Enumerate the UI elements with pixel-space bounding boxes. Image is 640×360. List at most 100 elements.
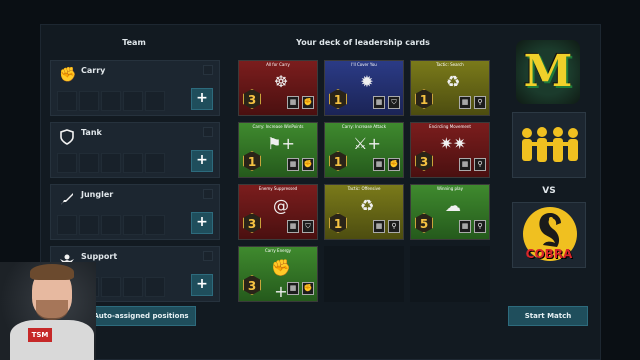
opponent-name: COBRA bbox=[525, 247, 573, 261]
card-title: I'll Cover You bbox=[351, 62, 377, 67]
card-title: Encircling Movement bbox=[429, 124, 471, 129]
card-cost: 5 bbox=[415, 213, 433, 233]
card-tactic-search[interactable]: Tactic: Search ♻ 1 ▦ ⚲ bbox=[410, 60, 490, 116]
player-slot[interactable] bbox=[57, 215, 77, 235]
team-people-icon bbox=[522, 127, 578, 162]
empty-card-slot bbox=[324, 246, 404, 302]
card-cost: 3 bbox=[243, 275, 261, 295]
card-chip-icon: ▦ bbox=[373, 158, 385, 171]
shirt-logo: TSM bbox=[28, 328, 52, 342]
card-carry-increase-winpoints[interactable]: Carry: Increase WinPoints ⚑+ 1 ▦ ✊ bbox=[238, 122, 318, 178]
card-cost: 1 bbox=[329, 213, 347, 233]
spiral-icon: @ bbox=[273, 196, 289, 215]
stars-icon: ✷✷ bbox=[439, 134, 467, 153]
card-chip-icon: ✊ bbox=[302, 158, 314, 171]
fist-plus-icon: ✊+ bbox=[271, 258, 291, 301]
player-slot[interactable] bbox=[123, 215, 143, 235]
player-slot[interactable] bbox=[101, 215, 121, 235]
player-slot[interactable] bbox=[123, 153, 143, 173]
webcam-overlay: TSM bbox=[0, 262, 96, 360]
card-title: All for Carry bbox=[266, 62, 290, 67]
streamer-shirt bbox=[10, 320, 94, 360]
opponent-card[interactable]: COBRA bbox=[512, 202, 586, 268]
role-box-tank: Tank + bbox=[50, 122, 220, 178]
card-cost: 1 bbox=[243, 151, 261, 171]
player-slot[interactable] bbox=[57, 91, 77, 111]
card-winning-play[interactable]: Winning play ☁ 5 ▦ ⚲ bbox=[410, 184, 490, 240]
card-chip-icon: ▦ bbox=[287, 282, 299, 295]
role-label: Jungler bbox=[81, 190, 114, 199]
player-slot[interactable] bbox=[145, 277, 165, 297]
shield-icon bbox=[59, 129, 75, 145]
auto-assign-button[interactable]: Auto-assigned positions bbox=[86, 306, 196, 326]
card-carry-energy[interactable]: Carry Energy ✊+ 3 ▦ ✊ bbox=[238, 246, 318, 302]
card-enemy-suppressed[interactable]: Enemy Suppressed @ 3 ▦ ⛉ bbox=[238, 184, 318, 240]
card-chip-icon: ▦ bbox=[459, 96, 471, 109]
player-slot[interactable] bbox=[101, 277, 121, 297]
role-slots bbox=[57, 215, 165, 235]
card-chip-icon: ⛉ bbox=[302, 220, 314, 233]
role-indicator bbox=[203, 251, 213, 261]
role-label: Support bbox=[81, 252, 118, 261]
card-chip-icon: ▦ bbox=[287, 96, 299, 109]
card-chip-icon: ⚲ bbox=[474, 96, 486, 109]
add-carry-button[interactable]: + bbox=[191, 88, 213, 110]
card-title: Winning play bbox=[437, 186, 463, 191]
streamer-beard bbox=[36, 300, 68, 320]
card-carry-increase-attack[interactable]: Carry: Increase Attack ⚔+ 1 ▦ ✊ bbox=[324, 122, 404, 178]
empty-card-slot bbox=[410, 246, 490, 302]
card-chip-icon: ✊ bbox=[388, 158, 400, 171]
card-chip-icon: ▦ bbox=[287, 158, 299, 171]
recycle-icon: ♻ bbox=[445, 72, 461, 91]
player-slot[interactable] bbox=[57, 153, 77, 173]
role-slots bbox=[57, 91, 165, 111]
player-slot[interactable] bbox=[101, 91, 121, 111]
card-cost: 1 bbox=[329, 89, 347, 109]
card-cost: 3 bbox=[415, 151, 433, 171]
card-tactic-offensive[interactable]: Tactic: Offensive ♻ 1 ▦ ⚲ bbox=[324, 184, 404, 240]
add-jungler-button[interactable]: + bbox=[191, 212, 213, 234]
card-encircling-movement[interactable]: Encircling Movement ✷✷ 3 ▦ ⚲ bbox=[410, 122, 490, 178]
recycle-icon: ♻ bbox=[359, 196, 375, 215]
player-slot[interactable] bbox=[79, 91, 99, 111]
card-chip-icon: ✊ bbox=[302, 96, 314, 109]
card-ill-cover-you[interactable]: I'll Cover You ✹ 1 ▦ ⛉ bbox=[324, 60, 404, 116]
card-chip-icon: ⚲ bbox=[474, 220, 486, 233]
player-slot[interactable] bbox=[145, 215, 165, 235]
card-chip-icon: ✊ bbox=[302, 282, 314, 295]
card-chip-icon: ▦ bbox=[373, 220, 385, 233]
card-title: Carry Energy bbox=[264, 248, 292, 253]
player-slot[interactable] bbox=[123, 277, 143, 297]
role-slots bbox=[57, 153, 165, 173]
explosion-icon: ✹ bbox=[360, 72, 374, 91]
deck-title: Your deck of leadership cards bbox=[296, 38, 430, 47]
card-chip-icon: ⛉ bbox=[388, 96, 400, 109]
team-card[interactable] bbox=[512, 112, 586, 178]
card-chip-icon: ▦ bbox=[459, 220, 471, 233]
card-title: Enemy Suppressed bbox=[258, 186, 298, 191]
role-indicator bbox=[203, 127, 213, 137]
card-chip-icon: ▦ bbox=[373, 96, 385, 109]
role-indicator bbox=[203, 65, 213, 75]
role-label: Tank bbox=[81, 128, 102, 137]
role-indicator bbox=[203, 189, 213, 199]
player-slot[interactable] bbox=[145, 91, 165, 111]
ship-wheel-icon: ☸ bbox=[273, 72, 289, 91]
card-cost: 3 bbox=[243, 89, 261, 109]
team-logo-letter: M bbox=[523, 46, 573, 97]
streamer-hair bbox=[30, 264, 74, 280]
fist-icon: ✊ bbox=[59, 67, 77, 83]
card-all-for-carry[interactable]: All for Carry ☸ 3 ▦ ✊ bbox=[238, 60, 318, 116]
player-slot[interactable] bbox=[79, 215, 99, 235]
add-tank-button[interactable]: + bbox=[191, 150, 213, 172]
add-support-button[interactable]: + bbox=[191, 274, 213, 296]
card-cost: 1 bbox=[329, 151, 347, 171]
player-slot[interactable] bbox=[79, 153, 99, 173]
player-slot[interactable] bbox=[101, 153, 121, 173]
player-slot[interactable] bbox=[123, 91, 143, 111]
card-cost: 3 bbox=[243, 213, 261, 233]
card-chip-icon: ▦ bbox=[459, 158, 471, 171]
card-title: Tactic: Search bbox=[436, 62, 464, 67]
player-slot[interactable] bbox=[145, 153, 165, 173]
start-match-button[interactable]: Start Match bbox=[508, 306, 588, 326]
